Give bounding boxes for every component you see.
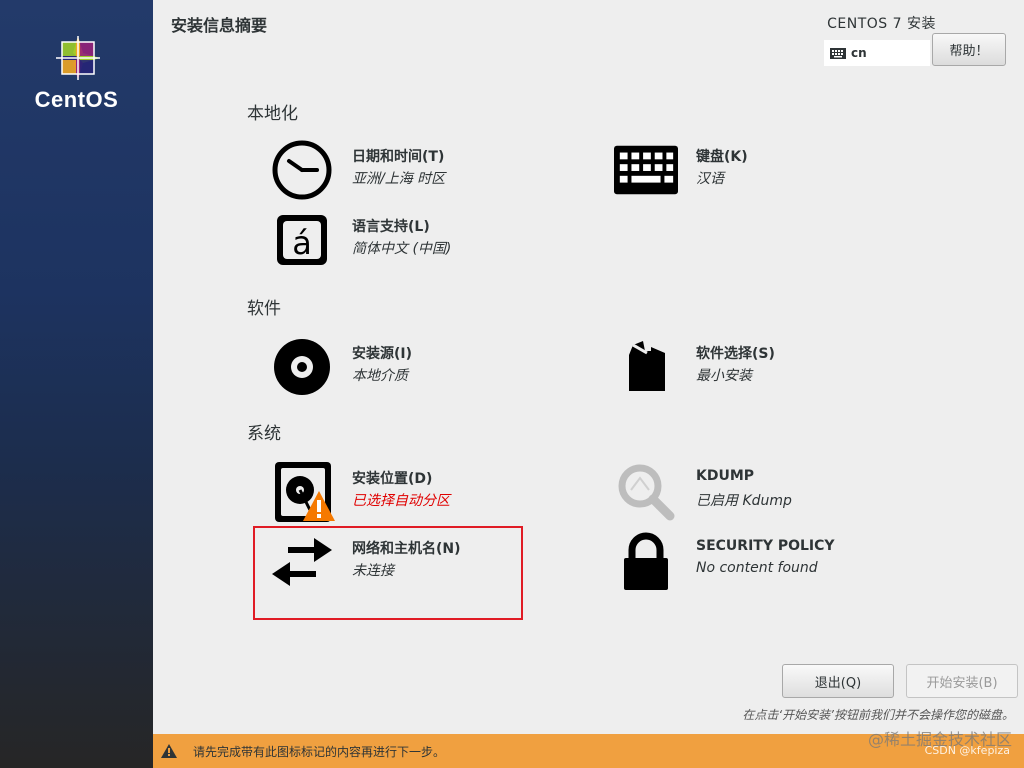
spoke-source[interactable]: 安装源(I) 本地介质 — [270, 335, 570, 399]
warning-bar-icon — [161, 744, 177, 758]
spoke-keyboard[interactable]: 键盘(K) 汉语 — [614, 138, 914, 202]
keyboard-icon — [614, 138, 678, 202]
begin-installation-button[interactable]: 开始安装(B) — [906, 664, 1018, 698]
spoke-software-title: 软件选择(S) — [696, 346, 775, 362]
centos-logo-icon — [56, 36, 100, 80]
spoke-keyboard-status: 汉语 — [696, 171, 724, 187]
spoke-kdump-status: 已启用 Kdump — [696, 493, 792, 509]
spoke-destination-status: 已选择自动分区 — [352, 493, 450, 509]
disk-note: 在点击‘开始安装’按钮前我们并不会操作您的磁盘。 — [742, 708, 1014, 722]
section-system: 系统 — [247, 424, 281, 444]
section-localization: 本地化 — [247, 104, 298, 124]
spoke-software-status: 最小安装 — [696, 368, 752, 384]
spoke-security[interactable]: SECURITY POLICY No content found — [614, 530, 914, 594]
svg-text:á: á — [292, 224, 312, 262]
spoke-datetime[interactable]: 日期和时间(T) 亚洲/上海 时区 — [270, 138, 570, 202]
product-title: CENTOS 7 安装 — [827, 16, 936, 32]
spoke-source-status: 本地介质 — [352, 368, 408, 384]
magnifier-icon — [614, 460, 678, 524]
spoke-datetime-status: 亚洲/上海 时区 — [352, 171, 446, 187]
spoke-destination-title: 安装位置(D) — [352, 471, 433, 487]
spoke-kdump[interactable]: KDUMP 已启用 Kdump — [614, 460, 914, 524]
spoke-security-status: No content found — [696, 560, 818, 576]
lock-icon — [614, 530, 678, 594]
keyboard-layout-indicator[interactable]: cn — [824, 40, 930, 66]
spoke-source-title: 安装源(I) — [352, 346, 413, 362]
annotation-highlight-box — [253, 526, 523, 620]
quit-button[interactable]: 退出(Q) — [782, 664, 894, 698]
package-icon — [614, 335, 678, 399]
watermark-csdn: CSDN @kfepiza — [924, 744, 1010, 757]
keyboard-small-icon — [830, 47, 846, 59]
spoke-datetime-title: 日期和时间(T) — [352, 149, 445, 165]
spoke-keyboard-title: 键盘(K) — [696, 149, 748, 165]
sidebar: CentOS — [0, 0, 153, 768]
section-software: 软件 — [247, 299, 281, 319]
brand-name: CentOS — [34, 87, 119, 112]
spoke-language-status: 简体中文 (中国) — [352, 241, 452, 257]
spoke-software[interactable]: 软件选择(S) 最小安装 — [614, 335, 914, 399]
language-icon: á — [270, 208, 334, 272]
spoke-language-title: 语言支持(L) — [352, 219, 430, 235]
spoke-kdump-title: KDUMP — [696, 468, 755, 484]
clock-icon — [270, 138, 334, 202]
keyboard-layout-label: cn — [851, 46, 867, 60]
disc-icon — [270, 335, 334, 399]
help-button[interactable]: 帮助！ — [932, 33, 1006, 66]
spoke-security-title: SECURITY POLICY — [696, 538, 835, 554]
page-title: 安装信息摘要 — [171, 16, 268, 35]
spoke-destination[interactable]: 安装位置(D) 已选择自动分区 — [270, 460, 570, 524]
warning-icon — [303, 491, 335, 521]
spoke-language[interactable]: á 语言支持(L) 简体中文 (中国) — [270, 208, 570, 272]
warning-bar-text: 请先完成带有此图标标记的内容再进行下一步。 — [193, 744, 446, 759]
